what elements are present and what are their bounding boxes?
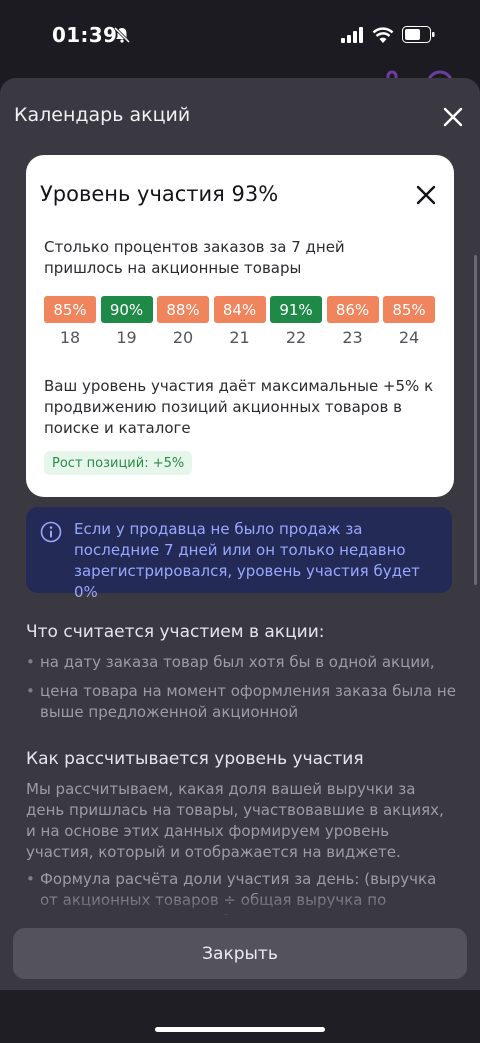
day-number: 24 [398, 328, 420, 347]
sheet-title: Календарь акций [14, 104, 191, 126]
list-item: на дату заказа товар был хотя бы в одной… [26, 652, 456, 673]
popup-title: Уровень участия 93% [40, 182, 279, 206]
info-text: Если у продавца не было продаж за послед… [74, 520, 420, 601]
day-percent-badge: 84% [213, 296, 266, 323]
cellular-signal-icon [341, 27, 363, 43]
day-number: 23 [342, 328, 363, 347]
day-column: 85% 18 [44, 296, 96, 347]
home-area [0, 990, 480, 1043]
position-growth-badge: Рост позиций: +5% [44, 451, 193, 475]
day-percent-badge: 88% [157, 296, 209, 323]
participation-popup: Уровень участия 93% Столько процентов за… [26, 155, 454, 497]
section-title-participation: Что считается участием в акции: [26, 622, 325, 642]
section-title-calculation: Как рассчитывается уровень участия [26, 749, 364, 769]
day-percent-badge: 86% [326, 296, 379, 323]
status-bar: 01:39 [0, 0, 480, 72]
bell-off-icon [113, 26, 131, 44]
calculation-paragraph: Мы рассчитываем, какая доля вашей выручк… [26, 780, 444, 861]
day-number: 19 [116, 328, 137, 347]
day-percent-badge: 85% [383, 296, 435, 323]
list-item: цена товара на момент оформления заказа … [26, 681, 456, 723]
day-column: 88% 20 [157, 296, 209, 347]
day-percent-badge: 85% [44, 296, 96, 323]
close-icon[interactable] [440, 104, 466, 130]
popup-close-icon[interactable] [414, 183, 438, 207]
info-icon [40, 521, 62, 543]
info-banner: Если у продавца не было продаж за послед… [26, 507, 452, 601]
wifi-icon [372, 27, 394, 43]
popup-description: Столько процентов заказов за 7 дней приш… [44, 238, 345, 277]
day-number: 18 [59, 328, 81, 347]
popup-note: Ваш уровень участия даёт максимальные +5… [44, 377, 434, 437]
day-percent-badge: 91% [270, 296, 322, 323]
day-column: 90% 19 [100, 296, 153, 347]
day-number: 20 [172, 328, 194, 347]
status-time: 01:39 [52, 23, 118, 47]
day-column: 84% 21 [213, 296, 266, 347]
day-number: 22 [285, 328, 307, 347]
battery-icon [402, 26, 435, 43]
daily-participation: 85% 18 90% 19 88% 20 84% 21 91% 22 86% 2… [44, 296, 439, 352]
day-column: 86% 23 [326, 296, 379, 347]
close-button[interactable]: Закрыть [13, 928, 467, 979]
day-column: 85% 24 [383, 296, 435, 347]
day-column: 91% 22 [270, 296, 322, 347]
home-indicator[interactable] [155, 1027, 325, 1032]
day-number: 21 [229, 328, 250, 347]
day-percent-badge: 90% [100, 296, 153, 323]
scrollbar[interactable] [474, 255, 477, 585]
